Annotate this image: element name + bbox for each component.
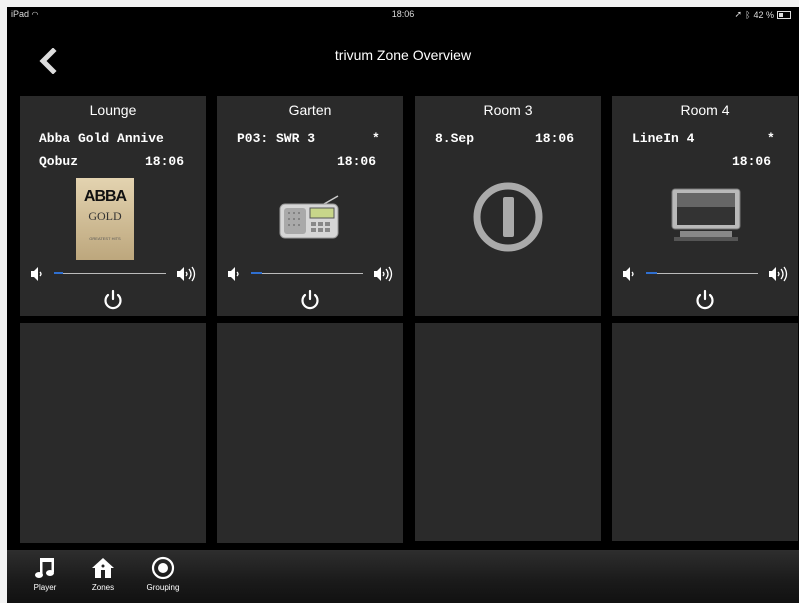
battery-icon xyxy=(777,10,791,19)
zone-off-icon[interactable] xyxy=(472,181,544,253)
volume-track xyxy=(251,272,363,274)
favorite-star: * xyxy=(767,131,775,146)
location-icon: ➚ xyxy=(734,9,743,19)
zone-tile-lounge[interactable]: Lounge Abba Gold Annive Qobuz 18:06 ABBA… xyxy=(20,96,206,316)
zone-name: Room 3 xyxy=(483,102,533,118)
volume-up-icon xyxy=(769,266,788,282)
tab-label: Grouping xyxy=(146,583,180,592)
music-note-icon xyxy=(35,558,54,578)
zone-time: 18:06 xyxy=(732,154,772,169)
volume-down-icon xyxy=(228,267,239,281)
source-name: Qobuz xyxy=(39,154,79,169)
power-icon[interactable] xyxy=(299,289,321,311)
tab-zones[interactable]: Zones xyxy=(85,556,121,592)
track-title: Abba Gold Annive xyxy=(39,131,164,146)
status-right: ➚ ᛒ 42 % xyxy=(735,9,791,20)
tab-grouping[interactable]: Grouping xyxy=(143,556,183,592)
tab-player[interactable]: Player xyxy=(29,556,61,592)
status-time: 18:06 xyxy=(391,9,415,19)
zone-tile-empty[interactable] xyxy=(612,323,798,541)
favorite-star: * xyxy=(372,131,380,146)
volume-fill xyxy=(54,272,63,274)
tab-bar: Player Zones Grouping xyxy=(7,550,799,603)
volume-fill xyxy=(251,272,263,274)
house-icon xyxy=(92,558,114,578)
zone-tile-empty[interactable] xyxy=(415,323,601,541)
zone-tile-room-4[interactable]: Room 4 LineIn 4 * 18:06 xyxy=(612,96,798,316)
zone-name: Room 4 xyxy=(680,102,730,118)
volume-fill xyxy=(646,272,658,274)
zone-tile-empty[interactable] xyxy=(217,323,403,543)
album-tag: GREATEST HITS xyxy=(89,236,121,241)
volume-track xyxy=(54,272,166,274)
power-icon[interactable] xyxy=(102,289,124,311)
zone-tile-empty[interactable] xyxy=(20,323,206,543)
zone-time: 18:06 xyxy=(145,154,185,169)
power-icon[interactable] xyxy=(694,289,716,311)
station-name: P03: SWR 3 xyxy=(237,131,316,146)
album-title: ABBA xyxy=(83,188,127,205)
volume-down-icon xyxy=(623,267,634,281)
volume-track xyxy=(646,272,758,274)
bluetooth-icon: ᛒ xyxy=(745,9,751,20)
zone-name: Garten xyxy=(288,102,332,118)
album-subtitle: GOLD xyxy=(88,209,122,223)
zone-name: Lounge xyxy=(89,102,137,118)
tab-label: Player xyxy=(33,583,57,592)
page-title: trivum Zone Overview xyxy=(334,47,472,63)
volume-slider[interactable] xyxy=(612,266,798,282)
volume-down-icon xyxy=(31,267,42,281)
status-bar: iPad ◠ 18:06 ➚ ᛒ 42 % xyxy=(7,7,799,22)
volume-up-icon xyxy=(374,266,393,282)
tab-label: Zones xyxy=(91,583,115,592)
zone-time: 18:06 xyxy=(337,154,377,169)
album-cover: ABBA GOLD GREATEST HITS xyxy=(76,178,134,260)
volume-up-icon xyxy=(177,266,196,282)
radio-icon xyxy=(279,195,339,239)
volume-slider[interactable] xyxy=(20,266,206,282)
zone-time: 18:06 xyxy=(535,131,575,146)
volume-slider[interactable] xyxy=(217,266,403,282)
grouping-circle-icon xyxy=(151,556,175,580)
zone-date: 8.Sep xyxy=(435,131,475,146)
zone-tile-room-3[interactable]: Room 3 8.Sep 18:06 xyxy=(415,96,601,316)
battery-percent: 42 % xyxy=(753,9,774,20)
input-name: LineIn 4 xyxy=(632,131,695,146)
zone-tile-garten[interactable]: Garten P03: SWR 3 * 18:06 xyxy=(217,96,403,316)
ipad-screen: iPad ◠ 18:06 ➚ ᛒ 42 % trivum Zone Overvi… xyxy=(7,7,799,603)
tv-icon xyxy=(671,188,741,241)
